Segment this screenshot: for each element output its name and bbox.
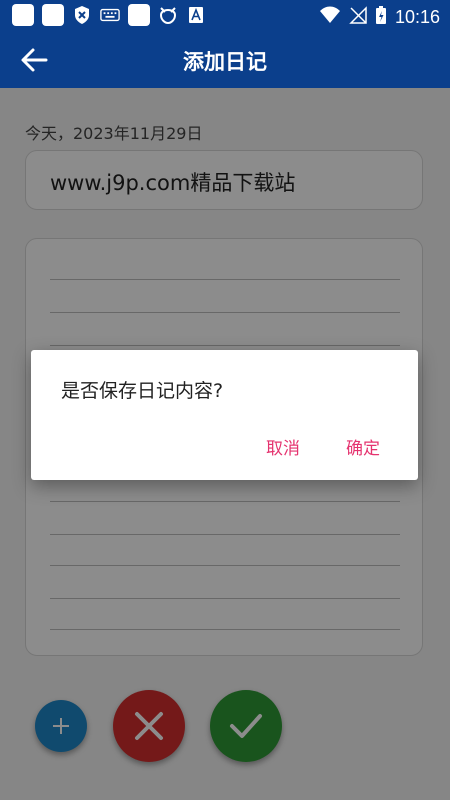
page-title: 添加日记 (183, 50, 267, 74)
status-bar-system: 10:16 (319, 5, 440, 30)
app-icon (12, 4, 34, 26)
clock: 10:16 (394, 7, 440, 27)
dialog-confirm-button[interactable]: 确定 (346, 434, 380, 459)
no-signal-icon (349, 6, 367, 29)
save-confirm-dialog: 是否保存日记内容? 取消 确定 (31, 350, 418, 480)
status-bar-notifications (12, 4, 206, 26)
status-bar: 10:16 (0, 0, 450, 32)
app-icon (42, 4, 64, 26)
keyboard-icon (100, 5, 120, 25)
font-icon (186, 5, 206, 25)
app-icon (128, 4, 150, 26)
wifi-icon (319, 6, 341, 29)
app-bar: 添加日记 (0, 32, 450, 88)
battery-charging-icon (375, 5, 387, 30)
dialog-message: 是否保存日记内容? (61, 380, 224, 402)
shield-icon (72, 5, 92, 25)
dialog-cancel-button[interactable]: 取消 (266, 434, 300, 459)
cat-icon (158, 5, 178, 25)
